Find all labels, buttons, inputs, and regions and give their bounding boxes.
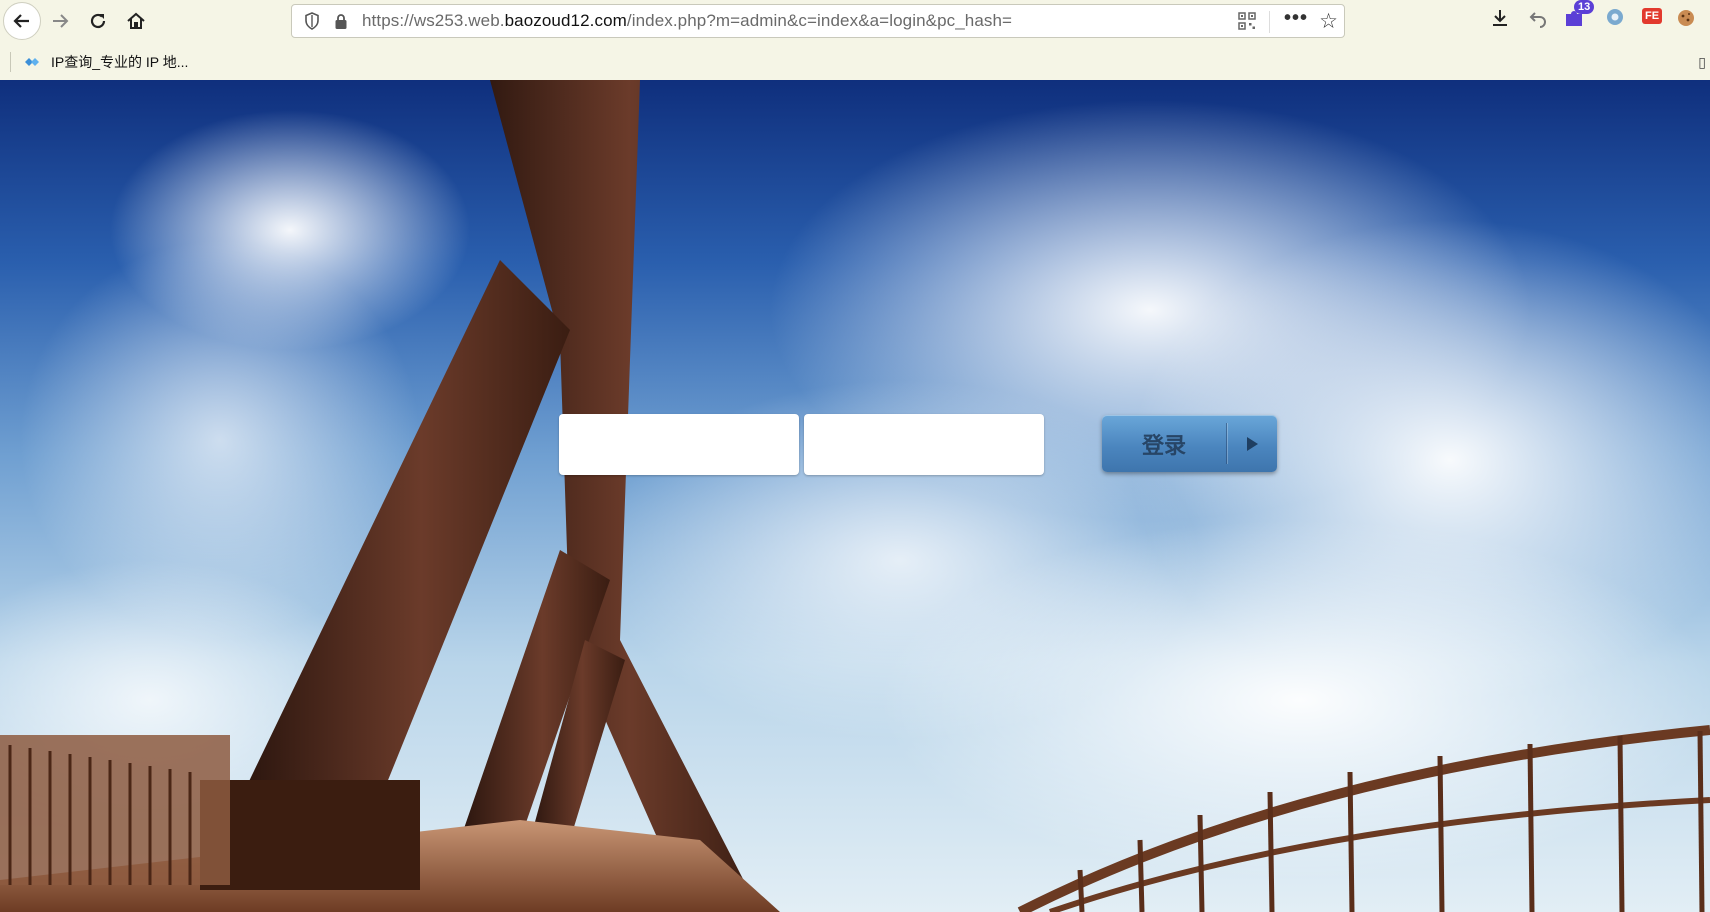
mobile-icon[interactable]: ▯: [1698, 54, 1706, 71]
url-host: baozoud12.com: [504, 11, 627, 30]
bookmark-favicon-icon: [25, 58, 39, 66]
page-actions-menu-button[interactable]: •••: [1284, 7, 1308, 30]
password-input[interactable]: [804, 414, 1044, 475]
bookmarks-toolbar: IP查询_专业的 IP 地... ▯: [0, 44, 1710, 80]
extension-gear-icon[interactable]: [1604, 6, 1626, 28]
back-button[interactable]: [3, 2, 41, 40]
reload-button[interactable]: [80, 3, 116, 39]
bridge-sky-background: [0, 80, 1710, 912]
lock-icon[interactable]: [332, 13, 350, 30]
browser-chrome: https://ws253.web.baozoud12.com/index.ph…: [0, 0, 1710, 81]
bookmark-label: IP查询_专业的 IP 地...: [51, 54, 189, 70]
shield-icon[interactable]: [302, 12, 322, 30]
bookmarks-divider: [10, 52, 11, 72]
url-path: /index.php?m=admin&c=index&a=login&pc_ha…: [626, 11, 1013, 30]
star-icon[interactable]: ☆: [1319, 9, 1338, 34]
address-bar-separator: [1269, 11, 1270, 33]
login-button-label: 登录: [1141, 433, 1186, 459]
qr-code-icon[interactable]: [1238, 12, 1256, 35]
extension-button[interactable]: 13: [1562, 0, 1595, 30]
cookie-icon[interactable]: [1676, 8, 1696, 28]
arrow-right-icon: [53, 14, 69, 28]
fe-extension-label: FE: [1642, 8, 1663, 24]
address-bar[interactable]: https://ws253.web.baozoud12.com/index.ph…: [291, 4, 1345, 38]
cloud: [880, 520, 1710, 880]
play-arrow-icon: [1227, 415, 1277, 472]
arrow-left-icon: [13, 14, 29, 28]
url-prefix: https://ws253.web.: [362, 11, 505, 30]
login-button[interactable]: 登录: [1102, 415, 1277, 472]
url-text[interactable]: https://ws253.web.baozoud12.com/index.ph…: [362, 11, 1012, 31]
reload-icon: [90, 13, 106, 29]
bookmark-item[interactable]: IP查询_专业的 IP 地...: [23, 52, 188, 72]
forward-button[interactable]: [42, 3, 78, 39]
fe-extension-button[interactable]: FE: [1642, 8, 1663, 24]
username-input[interactable]: [559, 414, 799, 475]
home-icon: [127, 12, 145, 29]
login-page: 登录: [0, 80, 1710, 912]
undo-icon[interactable]: [1528, 8, 1548, 28]
download-icon[interactable]: [1490, 8, 1510, 28]
left-railing: [0, 735, 230, 885]
extension-badge: 13: [1574, 0, 1595, 14]
browser-toolbar: https://ws253.web.baozoud12.com/index.ph…: [0, 0, 1710, 42]
bridge-base: [200, 780, 420, 890]
home-button[interactable]: [118, 3, 154, 39]
